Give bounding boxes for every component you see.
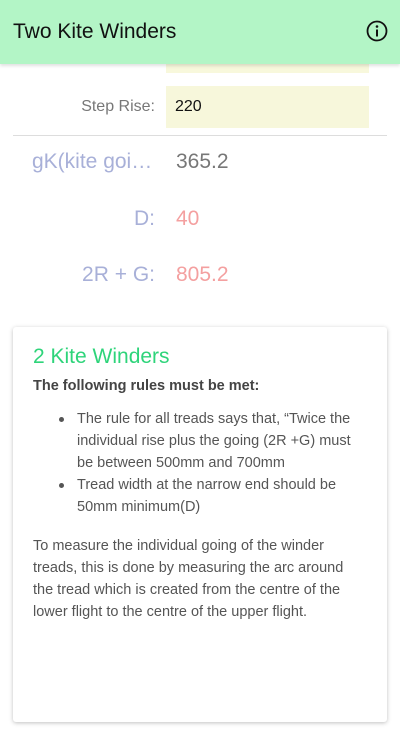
app-bar: Two Kite Winders (0, 0, 400, 64)
gk-label: gK(kite going): (32, 150, 154, 173)
step-rise-label: Step Rise: (81, 98, 155, 115)
d-value: 40 (176, 207, 200, 230)
info-circle-icon[interactable] (365, 19, 389, 43)
previous-input-field[interactable] (166, 64, 369, 73)
card-paragraph: To measure the individual going of the w… (33, 538, 344, 620)
two-r-g-result-row: 2R + G: 805.2 (0, 263, 400, 297)
two-r-g-label: 2R + G: (82, 263, 155, 286)
rules-list: The rule for all treads says that, “Twic… (59, 408, 367, 518)
step-rise-value: 220 (175, 98, 202, 115)
divider (13, 135, 387, 136)
list-item: Tread width at the narrow end should be … (59, 474, 367, 518)
card-subtitle: The following rules must be met: (33, 378, 260, 394)
step-rise-input[interactable]: 220 (166, 86, 369, 128)
gk-value: 365.2 (176, 150, 229, 173)
d-result-row: D: 40 (0, 207, 400, 241)
d-label: D: (134, 207, 155, 230)
list-item: The rule for all treads says that, “Twic… (59, 408, 367, 474)
card-title: 2 Kite Winders (33, 345, 170, 368)
app-title: Two Kite Winders (13, 20, 177, 43)
step-rise-row: Step Rise: 220 (0, 86, 400, 128)
gk-result-row: gK(kite going): 365.2 (0, 150, 400, 184)
rules-card: 2 Kite Winders The following rules must … (13, 327, 387, 722)
two-r-g-value: 805.2 (176, 263, 229, 286)
